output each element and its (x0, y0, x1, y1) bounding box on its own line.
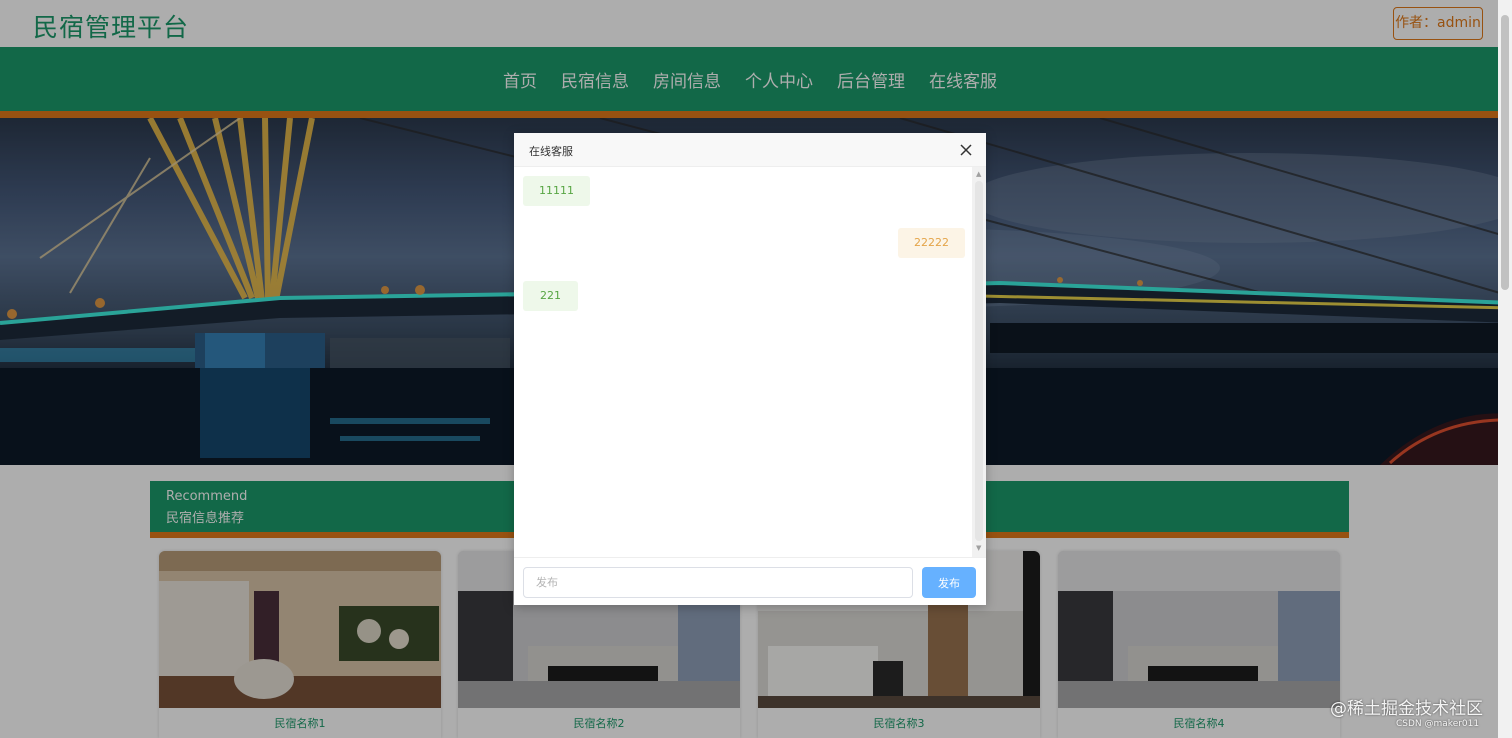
online-service-dialog: 在线客服 11111 22222 221 ▲ ▼ 发布 (514, 133, 986, 605)
scroll-down-arrow-icon[interactable]: ▼ (976, 544, 981, 552)
close-icon[interactable] (958, 142, 974, 158)
chat-message: 22222 (898, 228, 965, 258)
dialog-footer: 发布 (514, 557, 986, 605)
dialog-header: 在线客服 (514, 133, 986, 167)
watermark-sub: CSDN @maker011 (1396, 719, 1480, 729)
dialog-title: 在线客服 (529, 145, 573, 158)
page-scrollbar-thumb[interactable] (1501, 15, 1509, 290)
chat-message: 221 (523, 281, 578, 311)
chat-scrollbar-thumb[interactable] (975, 181, 983, 541)
message-input[interactable] (523, 567, 913, 598)
send-button[interactable]: 发布 (922, 567, 976, 598)
chat-message: 11111 (523, 176, 590, 206)
chat-messages: 11111 22222 221 (514, 167, 972, 557)
chat-scrollbar[interactable]: ▲ ▼ (972, 167, 986, 557)
watermark: @稀土掘金技术社区 (1330, 699, 1483, 719)
scroll-up-arrow-icon[interactable]: ▲ (976, 170, 981, 178)
page-scrollbar[interactable] (1498, 0, 1512, 738)
